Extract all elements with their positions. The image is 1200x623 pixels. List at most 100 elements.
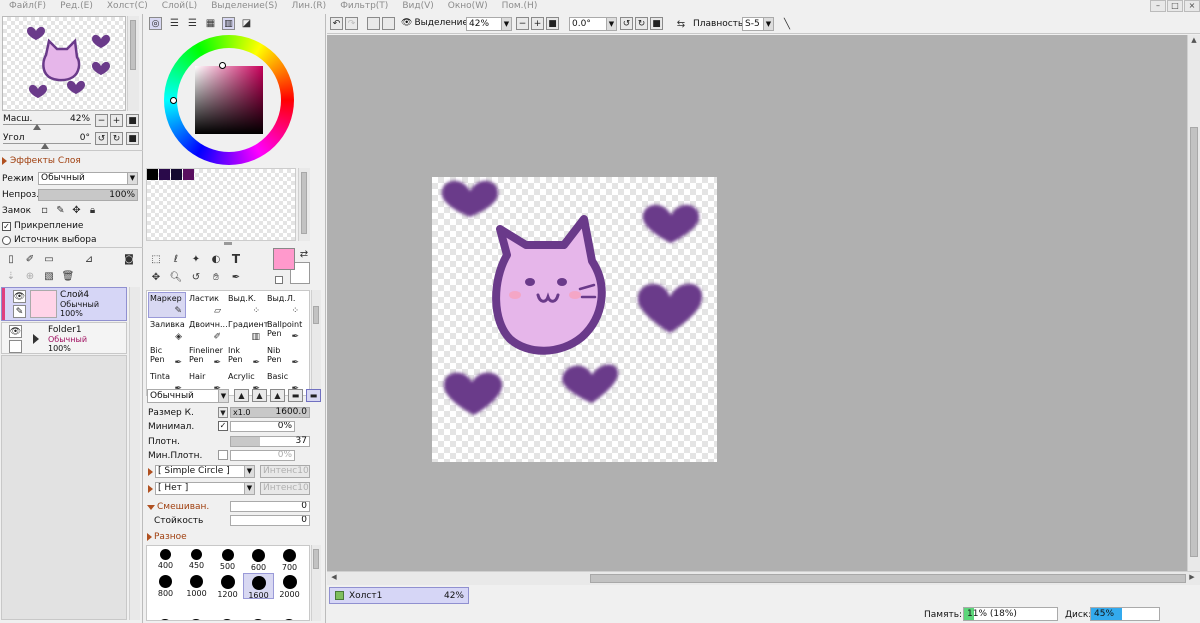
scroll-right-icon[interactable]: ▶ <box>1187 573 1197 583</box>
expand-arrow-icon[interactable] <box>148 485 153 493</box>
folder-expand-icon[interactable] <box>33 334 39 344</box>
menu-window[interactable]: Окно(W) <box>448 0 488 13</box>
scratchpad-icon[interactable]: ◪ <box>240 17 253 30</box>
lock-all-icon[interactable]: 🔒︎ <box>86 204 99 217</box>
lock-paint-icon[interactable]: ✎ <box>54 204 67 217</box>
redo-icon[interactable]: ↷ <box>345 17 358 30</box>
toolbar-rotate-reset-button[interactable]: ■ <box>650 17 663 30</box>
brush-tool-3[interactable]: Выд.К. ⁘ <box>226 292 264 318</box>
layer-row-sloy4[interactable]: 👁︎ ✎ Слой4 Обычный 100% <box>1 287 127 321</box>
toolbar-zoom-reset-button[interactable]: ■ <box>546 17 559 30</box>
menu-filter[interactable]: Фильтр(T) <box>340 0 388 13</box>
selection-source-radio[interactable]: Источник выбора <box>2 235 96 245</box>
menu-canvas[interactable]: Холст(C) <box>107 0 148 13</box>
rotate-tool-icon[interactable]: ↺ <box>189 270 203 284</box>
brush-tool-10[interactable]: Fineliner Pen ✒ <box>187 344 225 370</box>
trash-icon[interactable]: 🗑︎ <box>62 270 75 282</box>
lasso-icon[interactable]: ℓ <box>169 252 183 266</box>
navigator-scrollbar[interactable] <box>127 16 139 111</box>
flip-horizontal-icon[interactable]: ⇆ <box>674 17 688 31</box>
canvas-horizontal-thumb[interactable] <box>590 574 1186 583</box>
deselect-icon[interactable] <box>367 17 380 30</box>
swatch-mode-icon[interactable]: ▥ <box>222 17 235 30</box>
swatch[interactable] <box>147 169 158 180</box>
mixing-header[interactable]: Смешиван. <box>147 502 209 512</box>
blend-mode-select[interactable]: Обычный ▼ <box>147 389 229 403</box>
size-grid-scrollbar[interactable] <box>311 545 321 621</box>
rotate-left-button[interactable]: ↺ <box>95 132 108 145</box>
brush-tool-6[interactable]: Двоичн... ✐ <box>187 318 228 344</box>
menu-ruler[interactable]: Лин.(R) <box>292 0 327 13</box>
texture-select[interactable]: [ Нет ] ▼ <box>155 482 255 495</box>
eye-icon[interactable]: 👁︎ <box>13 290 26 303</box>
brush-tool-11[interactable]: Ink Pen ✒ <box>226 344 264 370</box>
zoom-reset-button[interactable]: ■ <box>126 114 139 127</box>
hand-tool-icon[interactable]: ✋︎ <box>209 270 223 284</box>
toolbar-zoom-in-button[interactable]: + <box>531 17 544 30</box>
move-tool-icon[interactable]: ✥ <box>149 270 163 284</box>
zoom-slider-thumb[interactable] <box>33 124 41 130</box>
canvas-horizontal-scrollbar[interactable]: ◀ ▶ <box>327 571 1200 585</box>
texture-intensity[interactable]: Интенс100 <box>260 482 310 495</box>
menu-selection[interactable]: Выделение(S) <box>211 0 277 13</box>
brush-tool-2[interactable]: Ластик ▱ <box>187 292 225 318</box>
min-density-checkbox[interactable] <box>218 450 228 460</box>
rotate-reset-button[interactable]: ■ <box>126 132 139 145</box>
new-folder-icon[interactable]: ▭ <box>43 253 55 265</box>
brush-shape-select[interactable]: [ Simple Circle ] ▼ <box>155 465 255 478</box>
swap-colors-icon[interactable]: ⇄ <box>298 248 310 260</box>
layer-effects-header[interactable]: Эффекты Слоя <box>2 156 81 166</box>
min-size-checkbox[interactable]: ✓ <box>218 421 228 431</box>
saturation-value-square[interactable] <box>195 66 263 134</box>
brush-size-400[interactable]: 400 <box>150 547 181 573</box>
zoom-in-button[interactable]: + <box>110 114 123 127</box>
density-slider[interactable]: 37 <box>230 436 310 447</box>
brush-size-1000[interactable]: 1000 <box>181 573 212 599</box>
brush-tool-7[interactable]: Градиент ▥ <box>226 318 268 344</box>
layer-mode-select[interactable]: Обычный ▼ <box>38 172 138 185</box>
swatch-area[interactable] <box>146 168 296 241</box>
size-dropdown-icon[interactable]: ▼ <box>218 407 228 418</box>
zoom-tool-icon[interactable]: 🔍︎ <box>169 270 183 284</box>
brush-tool-4[interactable]: Выд.Л. ⁘ <box>265 292 303 318</box>
expand-arrow-icon[interactable] <box>148 468 153 476</box>
eye-icon[interactable]: 👁︎ <box>9 325 22 338</box>
canvas-vertical-thumb[interactable] <box>1190 127 1198 557</box>
size-slider[interactable]: x1.0 1600.0 <box>230 407 310 418</box>
min-density-slider[interactable]: 0% <box>230 450 295 461</box>
smoothing-select[interactable]: S-5 ▼ <box>742 17 774 31</box>
brush-size-800[interactable]: 800 <box>150 573 181 599</box>
brush-size-1200[interactable]: 1200 <box>212 573 243 599</box>
hue-picker-marker[interactable] <box>170 97 177 104</box>
menu-help[interactable]: Пом.(H) <box>502 0 538 13</box>
brush-tool-8[interactable]: Ballpoint Pen ✒ <box>265 318 303 344</box>
minimize-icon[interactable]: – <box>1150 0 1166 12</box>
toolbar-zoom-select[interactable]: 42% ▼ <box>466 17 512 31</box>
undo-icon[interactable]: ↶ <box>330 17 343 30</box>
brush-shape-intensity[interactable]: Интенс100 <box>260 465 310 478</box>
swatch[interactable] <box>159 169 170 180</box>
nib-flat-icon[interactable]: ▬ <box>306 389 321 402</box>
folder-pen-toggle[interactable] <box>9 340 22 353</box>
close-icon[interactable]: × <box>1184 0 1200 12</box>
menu-layer[interactable]: Слой(L) <box>162 0 197 13</box>
brush-size-700[interactable]: 700 <box>274 547 305 573</box>
brush-tool-1[interactable]: Маркер ✎ <box>148 292 186 318</box>
canvas-vertical-scrollbar[interactable]: ▲ <box>1187 35 1200 571</box>
layer-row-folder1[interactable]: 👁︎ Folder1 Обычный 100% <box>1 322 127 354</box>
restore-icon[interactable]: □ <box>1167 0 1183 12</box>
canvas-viewport[interactable] <box>327 35 1187 571</box>
color-wheel-mode-icon[interactable]: ◎ <box>149 17 162 30</box>
zoom-out-button[interactable]: − <box>95 114 108 127</box>
invert-selection-icon[interactable] <box>382 17 395 30</box>
pen-icon[interactable]: ✎ <box>13 305 26 318</box>
new-layer-icon[interactable]: ▯ <box>5 253 17 265</box>
nib-hard-icon[interactable]: ▬ <box>288 389 303 402</box>
panel-grip[interactable] <box>224 242 232 245</box>
brush-size-1600[interactable]: 1600 <box>243 573 274 600</box>
swatch[interactable] <box>171 169 182 180</box>
toolbar-zoom-out-button[interactable]: − <box>516 17 529 30</box>
layer-list-scrollbar[interactable] <box>129 287 140 620</box>
menu-file[interactable]: Файл(F) <box>9 0 46 13</box>
transfer-down-icon[interactable]: ⇣ <box>5 270 17 282</box>
